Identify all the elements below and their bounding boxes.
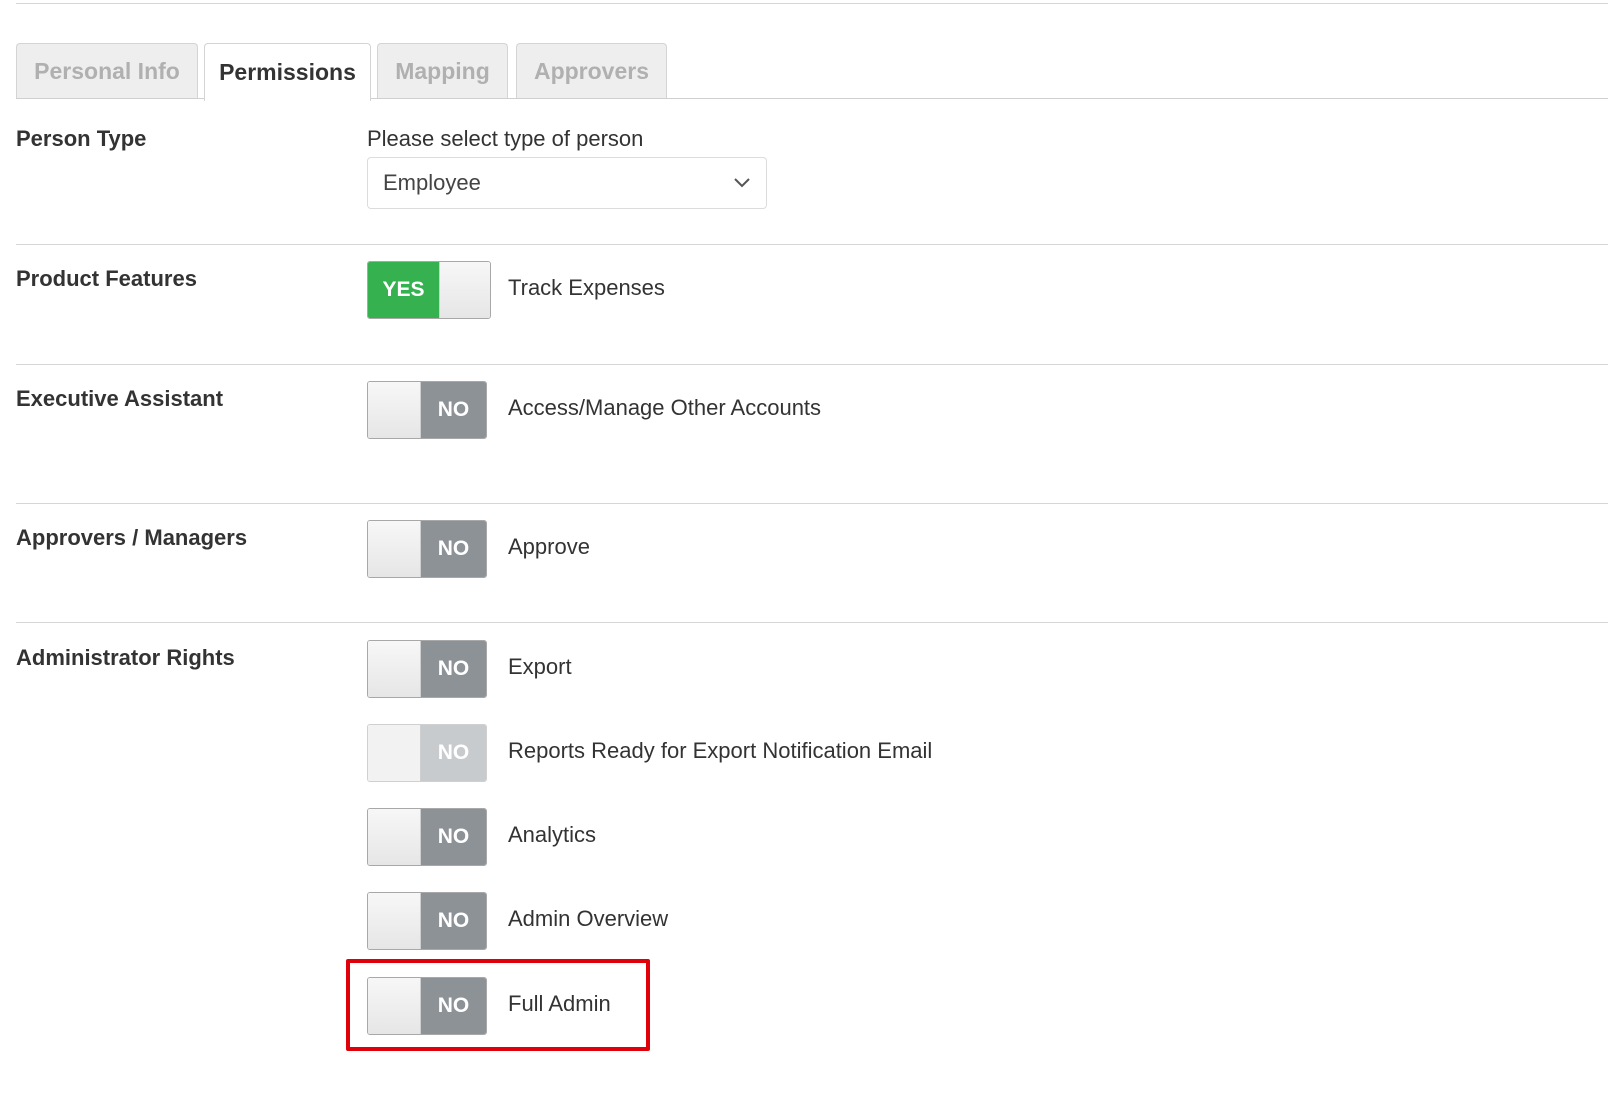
toggle-knob (368, 641, 421, 697)
export-toggle[interactable]: NO (367, 640, 487, 698)
analytics-label: Analytics (508, 822, 597, 847)
export-label: Export (508, 654, 572, 679)
toggle-knob (368, 382, 421, 438)
tab-mapping[interactable]: Mapping (377, 43, 508, 98)
access-manage-label: Access/Manage Other Accounts (508, 395, 822, 420)
tab-permissions[interactable]: Permissions (204, 43, 371, 101)
section-divider (16, 503, 1608, 504)
track-expenses-toggle[interactable]: YES (367, 261, 491, 319)
toggle-knob (368, 809, 421, 865)
tab-approvers[interactable]: Approvers (516, 43, 667, 98)
track-expenses-label: Track Expenses (508, 275, 665, 300)
tab-personal-info[interactable]: Personal Info (16, 43, 198, 98)
reports-ready-toggle: NO (367, 724, 487, 782)
chevron-down-icon (734, 178, 750, 188)
toggle-state-no: NO (421, 641, 486, 697)
section-divider (16, 244, 1608, 245)
toggle-state-no: NO (421, 725, 486, 781)
product-features-label: Product Features (16, 266, 197, 291)
admin-overview-toggle[interactable]: NO (367, 892, 487, 950)
tab-bar: Personal Info Permissions Mapping Approv… (16, 43, 1608, 101)
toggle-state-no: NO (421, 521, 486, 577)
toggle-state-no: NO (421, 893, 486, 949)
approvers-managers-label: Approvers / Managers (16, 525, 248, 550)
analytics-toggle[interactable]: NO (367, 808, 487, 866)
administrator-rights-label: Administrator Rights (16, 645, 235, 670)
approve-toggle[interactable]: NO (367, 520, 487, 578)
person-type-selected-value: Employee (383, 170, 481, 195)
approve-label: Approve (508, 534, 590, 559)
section-divider (16, 622, 1608, 623)
access-manage-toggle[interactable]: NO (367, 381, 487, 439)
person-type-caption: Please select type of person (367, 126, 644, 151)
top-divider (16, 3, 1608, 4)
toggle-knob (439, 262, 490, 318)
toggle-state-no: NO (421, 809, 486, 865)
person-type-label: Person Type (16, 126, 147, 151)
reports-ready-label: Reports Ready for Export Notification Em… (508, 738, 933, 763)
person-type-select[interactable]: Employee (367, 157, 767, 209)
full-admin-highlight (346, 959, 650, 1051)
toggle-knob (368, 725, 421, 781)
toggle-state-yes: YES (368, 262, 439, 318)
section-divider (16, 364, 1608, 365)
admin-overview-label: Admin Overview (508, 906, 669, 931)
executive-assistant-label: Executive Assistant (16, 386, 224, 411)
toggle-knob (368, 893, 421, 949)
toggle-state-no: NO (421, 382, 486, 438)
toggle-knob (368, 521, 421, 577)
